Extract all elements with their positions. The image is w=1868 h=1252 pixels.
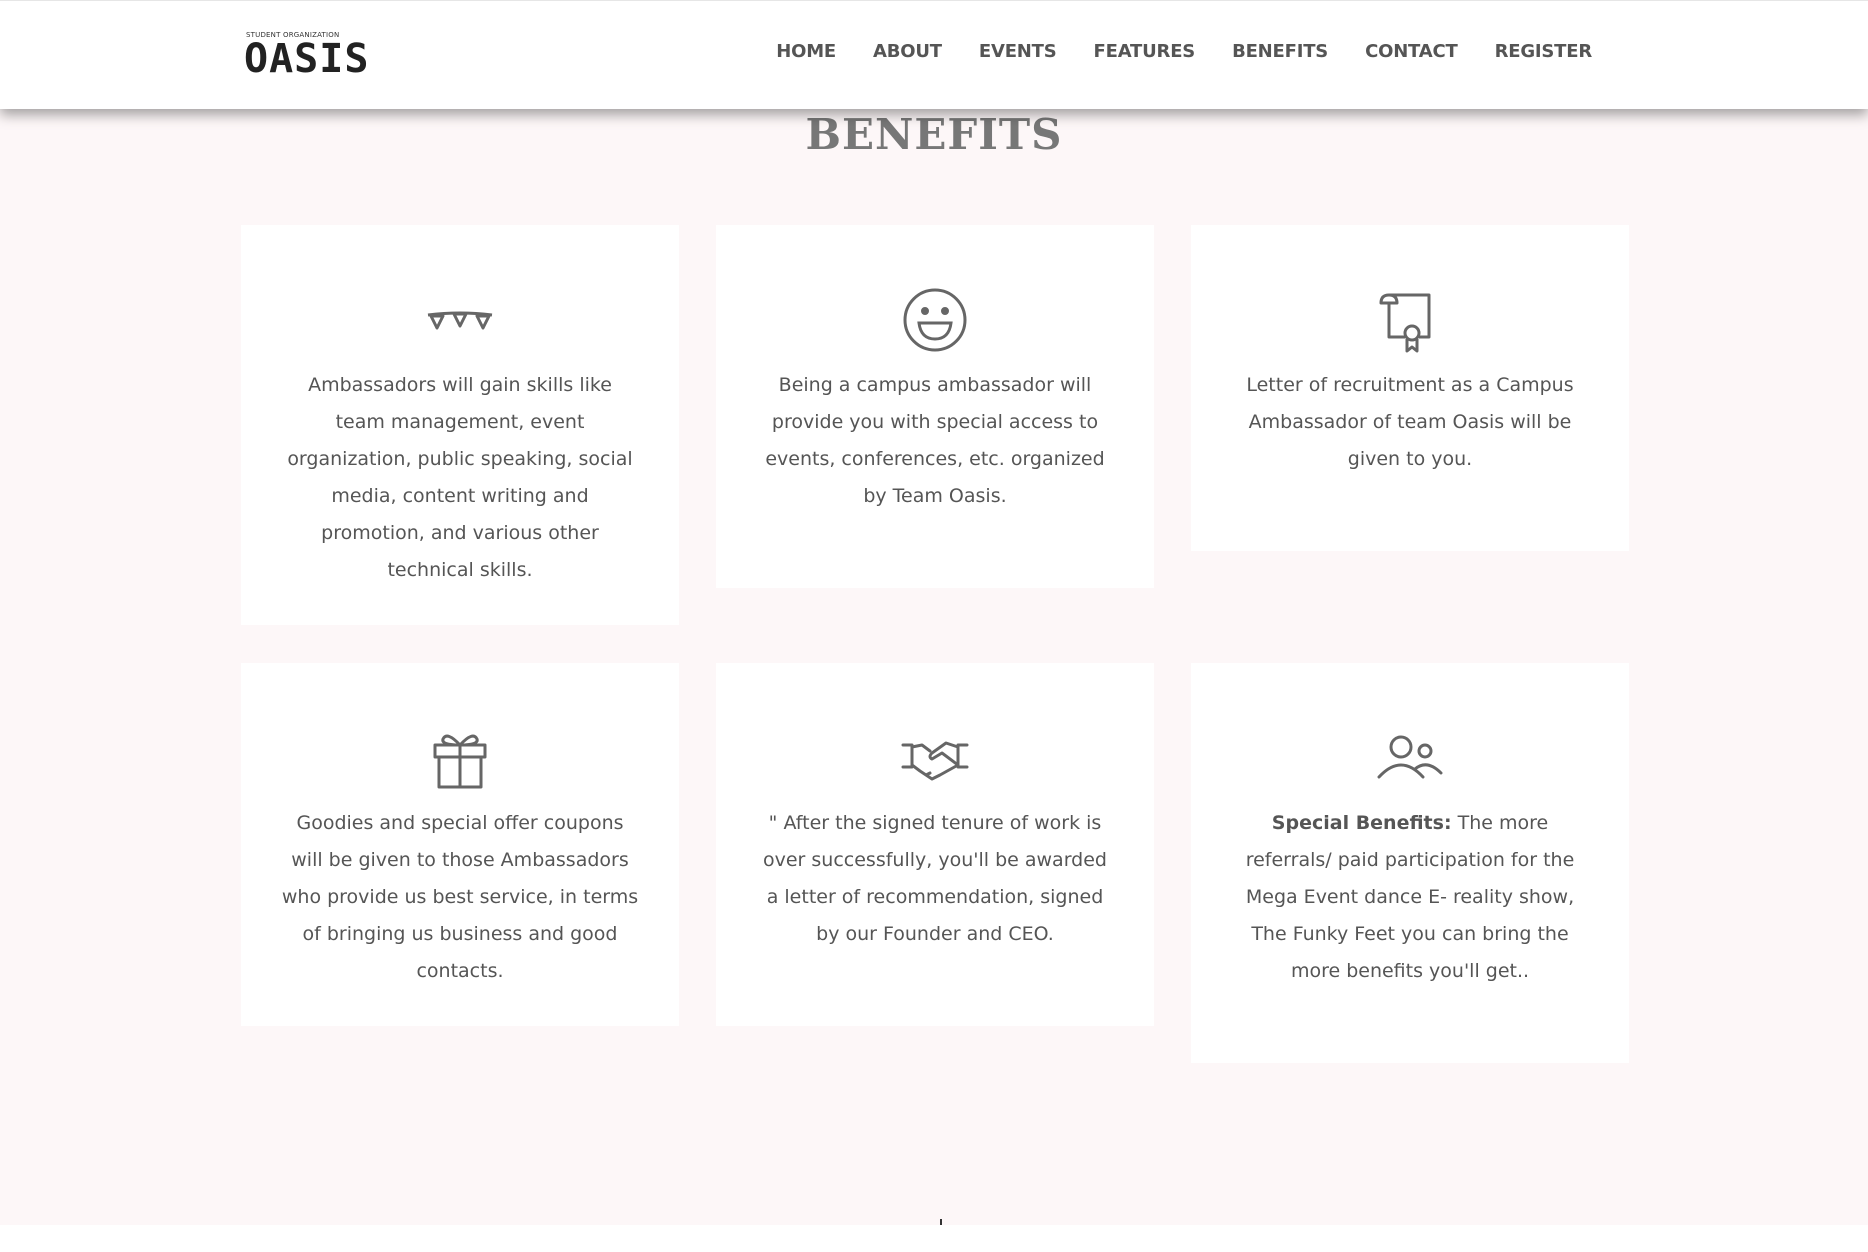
benefit-card: Ambassadors will gain skills like team m…	[241, 225, 679, 625]
footer-divider-mark	[940, 1219, 942, 1225]
nav-about[interactable]: ABOUT	[873, 41, 942, 62]
benefit-text: Goodies and special offer coupons will b…	[281, 812, 639, 982]
certificate-icon	[1379, 293, 1431, 353]
logo[interactable]: STUDENT ORGANIZATION OASIS	[244, 31, 374, 81]
users-icon	[1377, 735, 1443, 779]
nav-events[interactable]: EVENTS	[979, 41, 1057, 62]
benefit-text: Special Benefits: The more referrals/ pa…	[1231, 805, 1589, 990]
nav-register[interactable]: REGISTER	[1495, 41, 1593, 62]
benefit-card: " After the signed tenure of work is ove…	[716, 663, 1154, 1026]
benefit-text-bold: Special Benefits:	[1271, 812, 1452, 834]
smiley-icon	[903, 288, 967, 352]
benefit-text: Being a campus ambassador will provide y…	[765, 374, 1105, 507]
navbar: STUDENT ORGANIZATION OASIS HOME ABOUT EV…	[0, 0, 1868, 109]
benefit-text: Ambassadors will gain skills like team m…	[287, 374, 633, 581]
nav-benefits[interactable]: BENEFITS	[1232, 41, 1328, 62]
main-nav: HOME ABOUT EVENTS FEATURES BENEFITS CONT…	[776, 41, 1592, 62]
nav-features[interactable]: FEATURES	[1094, 41, 1196, 62]
benefit-card: Letter of recruitment as a Campus Ambass…	[1191, 225, 1629, 551]
benefit-card: Being a campus ambassador will provide y…	[716, 225, 1154, 588]
gift-icon	[433, 734, 487, 789]
nav-home[interactable]: HOME	[776, 41, 836, 62]
benefit-text: " After the signed tenure of work is ove…	[763, 812, 1107, 945]
handshake-icon	[901, 741, 969, 781]
benefit-text: Letter of recruitment as a Campus Ambass…	[1246, 374, 1574, 470]
logo-wordmark: OASIS	[244, 36, 370, 82]
nav-contact[interactable]: CONTACT	[1365, 41, 1458, 62]
section-title: BENEFITS	[805, 110, 1063, 159]
bunting-icon	[427, 311, 493, 330]
benefit-card: Special Benefits: The more referrals/ pa…	[1191, 663, 1629, 1063]
benefit-card: Goodies and special offer coupons will b…	[241, 663, 679, 1026]
benefit-text-body: The more referrals/ paid participation f…	[1245, 812, 1575, 982]
